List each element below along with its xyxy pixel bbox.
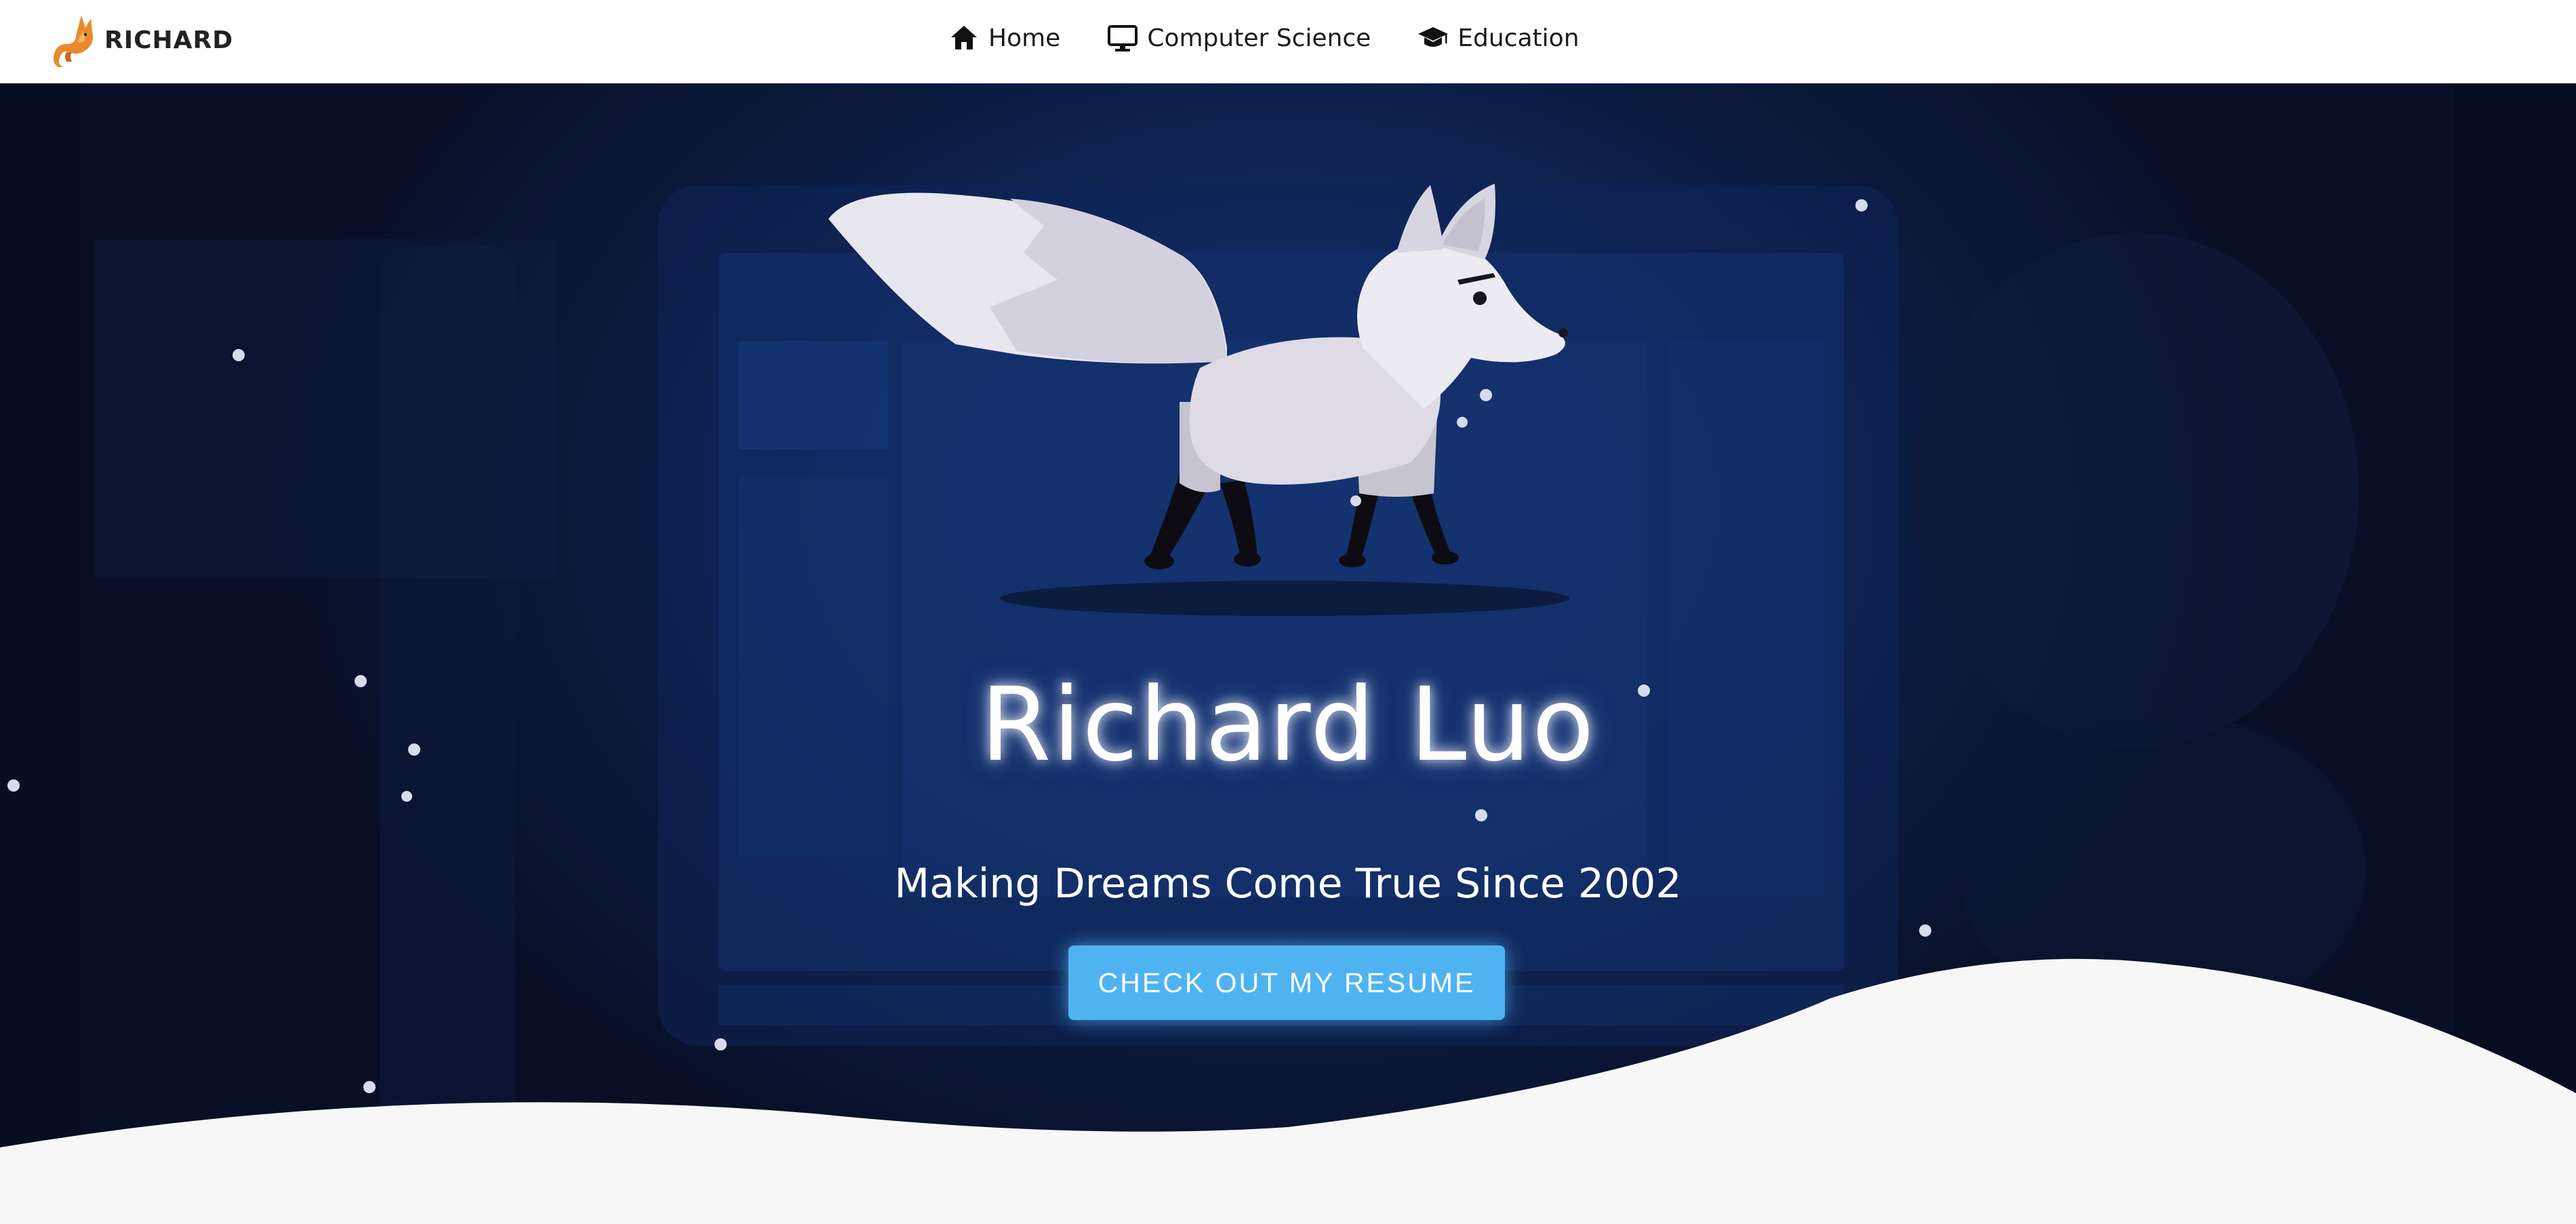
main-nav: Home Computer Science Education: [948, 18, 1626, 58]
nav-link-home-label: Home: [988, 24, 1061, 52]
brand-name: RICHARD: [104, 26, 234, 54]
monitor-icon: [1108, 25, 1138, 52]
nav-link-computer-science[interactable]: Computer Science: [1106, 22, 1371, 54]
navbar: RICHARD Home Computer Science Education: [0, 0, 2576, 83]
nav-link-home[interactable]: Home: [948, 22, 1060, 54]
nav-link-education[interactable]: Education: [1417, 22, 1579, 54]
wave-divider: [0, 958, 2576, 1224]
nav-link-computer-science-label: Computer Science: [1147, 24, 1371, 52]
brand-logo-link[interactable]: RICHARD: [52, 9, 233, 70]
graduation-cap-icon: [1418, 27, 1449, 47]
hero-section: Richard Luo Making Dreams Come True Sinc…: [0, 83, 2576, 1224]
home-icon: [951, 26, 977, 49]
nav-link-education-label: Education: [1457, 24, 1579, 52]
fox-logo-icon: [53, 16, 93, 67]
